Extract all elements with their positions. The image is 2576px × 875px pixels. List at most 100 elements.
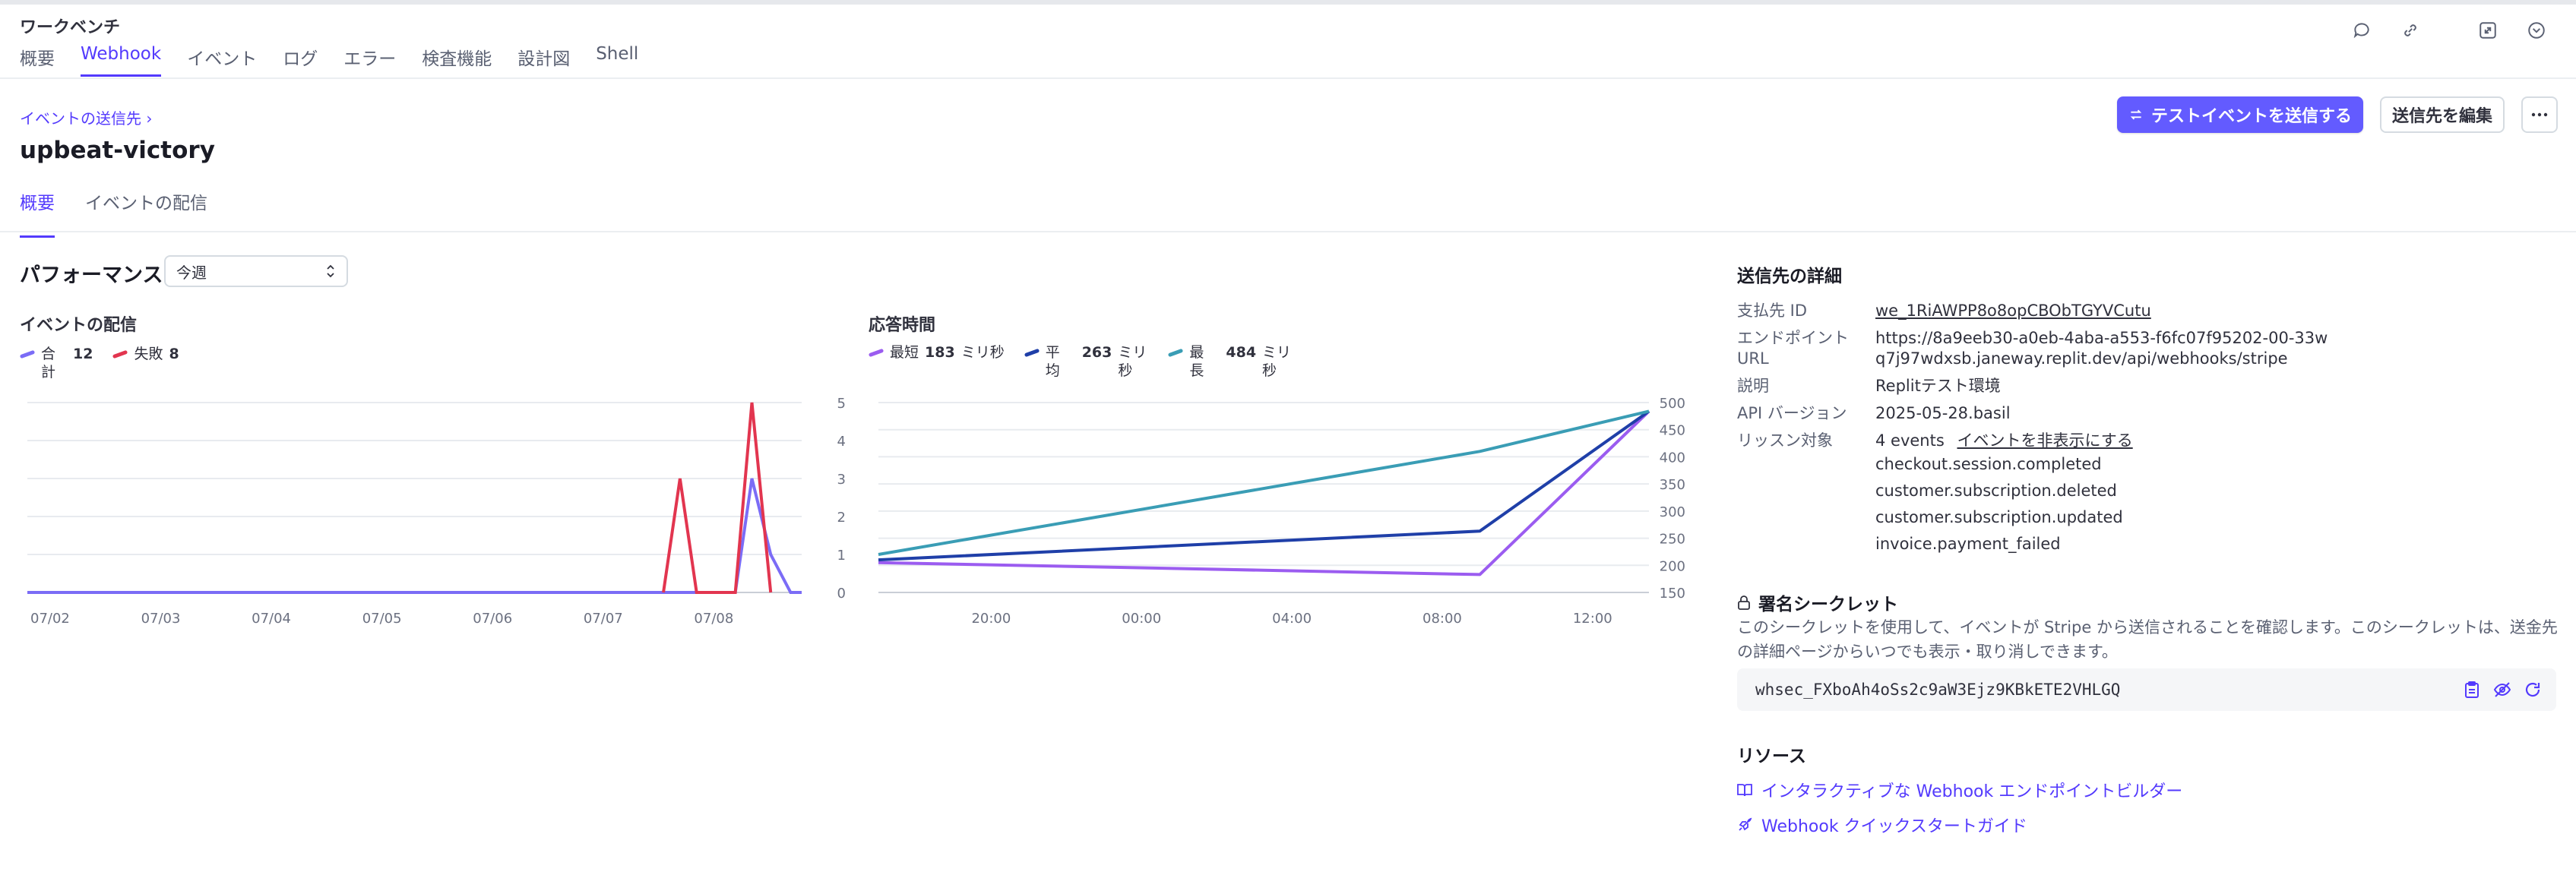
detail-row-listen: リッスン対象 4 events イベントを非表示にする checkout.ses… (1737, 431, 2558, 558)
tab-errors[interactable]: エラー (343, 44, 396, 77)
breadcrumb[interactable]: イベントの送信先 › (20, 106, 152, 128)
y-tick-label: 4 (837, 434, 846, 450)
legend-value-failed: 8 (169, 346, 179, 362)
y-tick-label: 500 (1660, 396, 1685, 412)
secret-value[interactable]: whsec_FXboAh4oSs2c9aW3Ejz9KBkETE2VHLGQ (1755, 681, 2120, 699)
more-icon (2531, 112, 2548, 117)
copy-icon[interactable] (2462, 680, 2482, 700)
x-tick-label: 07/03 (141, 611, 181, 627)
detail-value-description: Replitテスト環境 (1875, 377, 2001, 395)
details-title: 送信先の詳細 (1737, 267, 1842, 286)
more-options-button[interactable] (2521, 96, 2558, 133)
series-line-failed (662, 402, 773, 594)
legend-name-max: 最長 (1189, 344, 1204, 379)
list-item: invoice.payment_failed (1875, 535, 2061, 553)
detail-key-id: 支払先 ID (1737, 302, 1808, 320)
hide-events-link[interactable]: イベントを非表示にする (1957, 431, 2132, 450)
legend-item-avg: 平均 263 ミリ秒 (1024, 343, 1149, 380)
refresh-icon[interactable] (2523, 680, 2543, 700)
resources-title: リソース (1737, 747, 1806, 766)
legend-unit-max: ミリ秒 (1262, 344, 1292, 379)
rocket-icon (1739, 817, 1752, 831)
send-test-event-button[interactable]: テストイベントを送信する (2117, 96, 2363, 133)
webhook-builder-label[interactable]: インタラクティブな Webhook エンドポイントビルダー (1761, 778, 2182, 802)
detail-key-listen: リッスン対象 (1737, 431, 1833, 450)
y-tick-label: 200 (1660, 558, 1685, 574)
quickstart-guide-link[interactable]: Webhook クイックスタートガイド (1737, 813, 2027, 837)
series-line-total (27, 478, 802, 594)
details-list: 支払先 ID we_1RiAWPP8o8opCBObTGYVCutu エンドポイ… (1737, 301, 2558, 558)
x-tick-label: 07/05 (362, 611, 402, 627)
expand-icon[interactable] (2476, 18, 2500, 43)
legend-value-min: 183 (925, 344, 955, 361)
legend-item-failed: 失敗 8 (112, 345, 179, 363)
header-divider (0, 77, 2576, 79)
page-title: upbeat-victory (20, 137, 215, 164)
sort-chevrons-icon (327, 264, 334, 278)
tab-logs[interactable]: ログ (283, 44, 318, 77)
tab-inspector[interactable]: 検査機能 (422, 44, 492, 77)
lock-icon (1738, 595, 1750, 610)
series-line-max (878, 409, 1650, 556)
book-icon (1737, 784, 1752, 797)
tab-shell[interactable]: Shell (596, 44, 638, 77)
event-count: 4 events (1875, 431, 1945, 450)
workbench-title: ワークベンチ (20, 18, 121, 37)
response-legend: 最短 183 ミリ秒 平均 263 ミリ秒 最長 484 ミリ秒 (868, 343, 1312, 380)
legend-swatch-total (19, 349, 36, 359)
y-tick-label: 3 (837, 472, 846, 488)
secret-title-label: 署名シークレット (1758, 595, 1898, 614)
response-chart-title: 応答時間 (869, 316, 936, 335)
collapse-icon[interactable] (2524, 18, 2549, 43)
list-item: checkout.session.completed (1875, 455, 2102, 473)
legend-name-min: 最短 (890, 344, 919, 361)
y-tick-label: 450 (1660, 423, 1685, 439)
x-tick-label: 07/08 (694, 611, 733, 627)
performance-title: パフォーマンス (20, 264, 163, 287)
response-time-chart: 150 200 250 300 350 400 450 500 20:00 00:00 04:00 0… (878, 396, 1685, 627)
legend-unit-min: ミリ秒 (960, 344, 1005, 361)
x-tick-label: 12:00 (1573, 611, 1612, 627)
breadcrumb-label[interactable]: イベントの送信先 (20, 109, 141, 128)
secret-actions (2462, 680, 2543, 700)
legend-name-failed: 失敗 (134, 346, 163, 362)
y-tick-label: 400 (1660, 450, 1685, 466)
tab-events[interactable]: イベント (187, 44, 257, 77)
secret-description: このシークレットを使用して、イベントが Stripe から送信されることを確認し… (1737, 618, 2558, 661)
tab-blueprint[interactable]: 設計図 (517, 44, 570, 77)
legend-value-total: 12 (73, 346, 93, 362)
events-list: checkout.session.completed customer.subs… (1875, 451, 2133, 558)
y-tick-label: 2 (837, 510, 846, 526)
secret-field[interactable]: whsec_FXboAh4oSs2c9aW3Ejz9KBkETE2VHLGQ (1737, 668, 2556, 711)
tab-overview[interactable]: 概要 (20, 44, 55, 77)
legend-value-avg: 263 (1081, 344, 1112, 361)
legend-item-total: 合計 12 (19, 345, 93, 381)
workbench-tabs: 概要 Webhook イベント ログ エラー 検査機能 設計図 Shell (20, 44, 638, 77)
chat-icon[interactable] (2350, 18, 2374, 43)
legend-item-min: 最短 183 ミリ秒 (868, 343, 1005, 362)
detail-row-endpoint: エンドポイント URL https://8a9eeb30-a0eb-4aba-a… (1737, 328, 2558, 369)
chevron-right-icon: › (146, 109, 153, 128)
y-tick-label: 350 (1660, 477, 1685, 493)
top-border (0, 0, 2576, 5)
link-icon[interactable] (2398, 18, 2423, 43)
quickstart-guide-label[interactable]: Webhook クイックスタートガイド (1761, 813, 2027, 837)
legend-swatch-failed (112, 349, 128, 359)
detail-key-description: 説明 (1737, 377, 1769, 395)
list-item: customer.subscription.updated (1875, 508, 2123, 526)
edit-destination-button[interactable]: 送信先を編集 (2380, 96, 2505, 133)
detail-value-listen: 4 events イベントを非表示にする checkout.session.co… (1875, 431, 2133, 558)
delivery-chart-title: イベントの配信 (20, 316, 138, 335)
legend-item-max: 最長 484 ミリ秒 (1168, 343, 1293, 380)
swap-icon (2130, 109, 2142, 120)
detail-value-api-version: 2025-05-28.basil (1875, 404, 2011, 422)
period-select-value: 今週 (176, 263, 207, 282)
webhook-builder-link[interactable]: インタラクティブな Webhook エンドポイントビルダー (1737, 778, 2182, 802)
x-tick-label: 04:00 (1272, 611, 1312, 627)
hide-icon[interactable] (2492, 680, 2512, 700)
period-select[interactable]: 今週 (164, 255, 348, 287)
x-tick-label: 07/07 (584, 611, 623, 627)
tab-webhook[interactable]: Webhook (81, 44, 162, 77)
legend-swatch-min (868, 348, 885, 358)
detail-value-id[interactable]: we_1RiAWPP8o8opCBObTGYVCutu (1875, 301, 2151, 321)
